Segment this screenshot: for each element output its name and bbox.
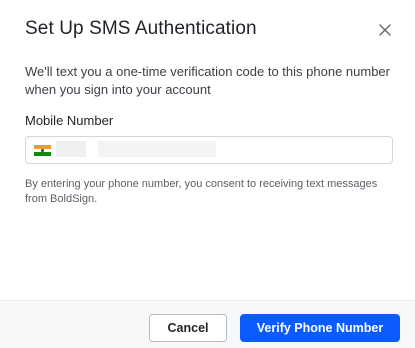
dialog-description: We'll text you a one-time verification c… <box>25 64 390 97</box>
mobile-number-field[interactable] <box>25 136 393 164</box>
dialog-footer: Cancel Verify Phone Number <box>0 300 415 348</box>
mobile-number-label: Mobile Number <box>25 113 114 128</box>
sms-auth-dialog: Set Up SMS Authentication We'll text you… <box>0 0 415 348</box>
close-icon[interactable] <box>377 22 393 38</box>
india-flag-icon[interactable] <box>34 145 51 156</box>
consent-text: By entering your phone number, you conse… <box>25 178 378 205</box>
dialog-title: Set Up SMS Authentication <box>25 18 257 39</box>
verify-phone-number-button[interactable]: Verify Phone Number <box>240 314 400 342</box>
cancel-button[interactable]: Cancel <box>149 314 227 342</box>
mobile-number-input[interactable] <box>56 141 216 159</box>
